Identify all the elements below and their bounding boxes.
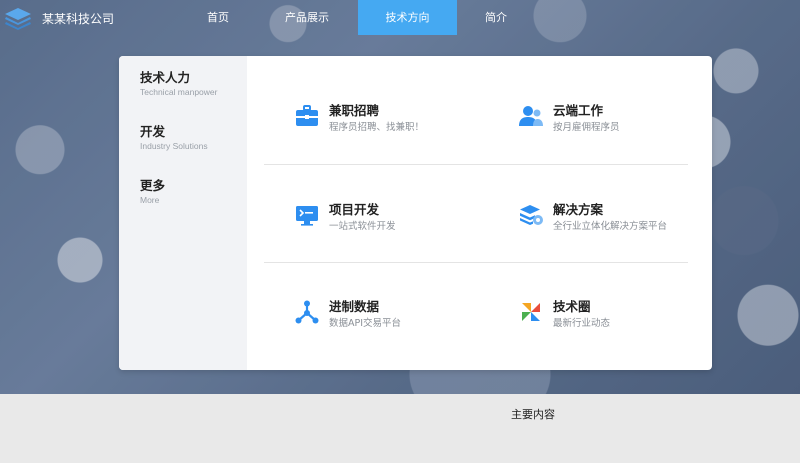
category-more[interactable]: 更多 More	[140, 178, 165, 205]
item-subtitle: 按月雇佣程序员	[553, 122, 620, 133]
item-solutions[interactable]: 解决方案 全行业立体化解决方案平台	[519, 199, 712, 235]
monitor-icon	[296, 206, 318, 226]
category-development[interactable]: 开发 Industry Solutions	[140, 124, 208, 151]
item-title: 技术圈	[553, 299, 591, 314]
logo-icon[interactable]	[3, 6, 33, 30]
nav-tech-direction[interactable]: 技术方向	[358, 0, 457, 35]
category-title: 技术人力	[140, 70, 191, 85]
tech-direction-dropdown: 技术人力 Technical manpower 开发 Industry Solu…	[119, 56, 712, 370]
item-subtitle: 最新行业动态	[553, 318, 611, 329]
category-subtitle: Technical manpower	[140, 87, 218, 97]
item-title: 项目开发	[329, 202, 380, 217]
item-title: 云端工作	[553, 103, 604, 118]
item-binary-data[interactable]: 进制数据 数据API交易平台	[295, 296, 495, 332]
item-title: 解决方案	[553, 202, 604, 217]
item-title: 进制数据	[329, 299, 380, 314]
category-title: 更多	[140, 178, 166, 193]
company-name[interactable]: 某某科技公司	[42, 10, 114, 27]
row-divider	[264, 262, 688, 263]
category-subtitle: Industry Solutions	[140, 141, 208, 151]
main-content-label: 主要内容	[511, 408, 555, 421]
top-navbar: 某某科技公司 首页 产品展示 技术方向 简介	[0, 0, 800, 35]
item-title: 兼职招聘	[329, 103, 380, 118]
nav-intro[interactable]: 简介	[474, 0, 518, 35]
item-subtitle: 程序员招聘、找兼职！	[329, 122, 425, 133]
item-part-time-recruitment[interactable]: 兼职招聘 程序员招聘、找兼职！	[295, 100, 495, 136]
item-subtitle: 数据API交易平台	[329, 318, 402, 329]
nav-products[interactable]: 产品展示	[272, 0, 342, 35]
category-title: 开发	[140, 124, 166, 139]
item-project-development[interactable]: 项目开发 一站式软件开发	[295, 199, 495, 235]
item-cloud-work[interactable]: 云端工作 按月雇佣程序员	[519, 100, 712, 136]
stack-icon	[520, 205, 543, 225]
category-subtitle: More	[140, 195, 160, 205]
row-divider	[264, 164, 688, 165]
category-sidebar: 技术人力 Technical manpower 开发 Industry Solu…	[119, 56, 247, 370]
nav-home[interactable]: 首页	[190, 0, 246, 35]
item-subtitle: 全行业立体化解决方案平台	[553, 221, 668, 232]
nodes-icon	[295, 300, 319, 324]
category-tech-manpower[interactable]: 技术人力 Technical manpower	[140, 70, 217, 97]
pinwheel-icon	[522, 303, 540, 321]
users-icon	[519, 106, 543, 126]
briefcase-icon	[296, 105, 318, 126]
item-subtitle: 一站式软件开发	[329, 221, 396, 232]
item-tech-circle[interactable]: 技术圈 最新行业动态	[519, 296, 712, 332]
